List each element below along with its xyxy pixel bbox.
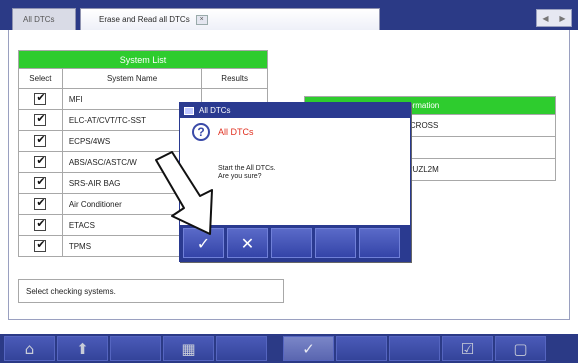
bottom-toolbar: ⌂ ⬆ ▦ ✓ ☑ ▢ (0, 334, 578, 363)
column-header-system-name: System Name (61, 68, 203, 89)
toolbar-blank-button (389, 336, 440, 361)
question-icon: ? (192, 123, 210, 141)
toolbar-blank-button (110, 336, 161, 361)
select-all-button[interactable]: ☑ (442, 336, 493, 361)
tab-scroll-left-icon[interactable]: ◀ (542, 14, 548, 23)
dialog-title: All DTCs (199, 106, 231, 115)
toolbar-blank-button (336, 336, 387, 361)
tab-erase-read-all-dtcs[interactable]: Erase and Read all DTCs × (80, 8, 380, 30)
select-checkbox[interactable] (34, 196, 47, 210)
dialog-blank-button (359, 228, 400, 258)
dialog-header: ? All DTCs (180, 118, 410, 146)
tab-scroll-right-icon[interactable]: ▶ (559, 14, 565, 23)
pointer-arrow-icon (155, 151, 213, 235)
checkmark-icon: ✓ (302, 339, 315, 358)
close-icon: ✕ (240, 233, 255, 253)
tab-label: Erase and Read all DTCs (99, 15, 190, 24)
window-icon (184, 106, 194, 115)
tab-label: All DTCs (23, 15, 55, 24)
checkbox-checked-icon: ☑ (460, 339, 475, 358)
home-button[interactable]: ⌂ (4, 336, 55, 361)
app-window: All DTCs Erase and Read all DTCs × ◀ ▶ S… (0, 0, 578, 363)
select-checkbox[interactable] (34, 154, 47, 168)
home-icon: ⌂ (24, 339, 35, 358)
print-icon: ▦ (181, 339, 196, 358)
tab-bar: All DTCs Erase and Read all DTCs × ◀ ▶ (0, 0, 578, 30)
dialog-blank-button (315, 228, 356, 258)
select-checkbox[interactable] (34, 133, 47, 147)
up-arrow-icon: ⬆ (76, 339, 89, 358)
system-list-caption: System List (18, 50, 268, 69)
select-checkbox[interactable] (34, 112, 47, 126)
check-button[interactable]: ✓ (283, 336, 334, 361)
tab-scroll-buttons: ◀ ▶ (536, 9, 572, 27)
print-button[interactable]: ▦ (163, 336, 214, 361)
toolbar-blank-button (216, 336, 267, 361)
select-checkbox[interactable] (34, 175, 47, 189)
select-checkbox[interactable] (34, 238, 47, 252)
dialog-blank-button (271, 228, 312, 258)
select-checkbox[interactable] (34, 91, 47, 105)
cancel-button[interactable]: ✕ (227, 228, 268, 258)
dialog-heading: All DTCs (218, 127, 254, 137)
checkbox-empty-icon: ▢ (513, 339, 528, 358)
deselect-all-button[interactable]: ▢ (495, 336, 546, 361)
back-button[interactable]: ⬆ (57, 336, 108, 361)
select-checkbox[interactable] (34, 217, 47, 231)
tab-close-icon[interactable]: × (195, 14, 208, 25)
dialog-title-bar: All DTCs (180, 103, 410, 118)
tab-all-dtcs[interactable]: All DTCs (12, 8, 76, 30)
column-header-select: Select (18, 68, 63, 89)
column-header-results: Results (201, 68, 268, 89)
status-message: Select checking systems. (18, 279, 284, 303)
